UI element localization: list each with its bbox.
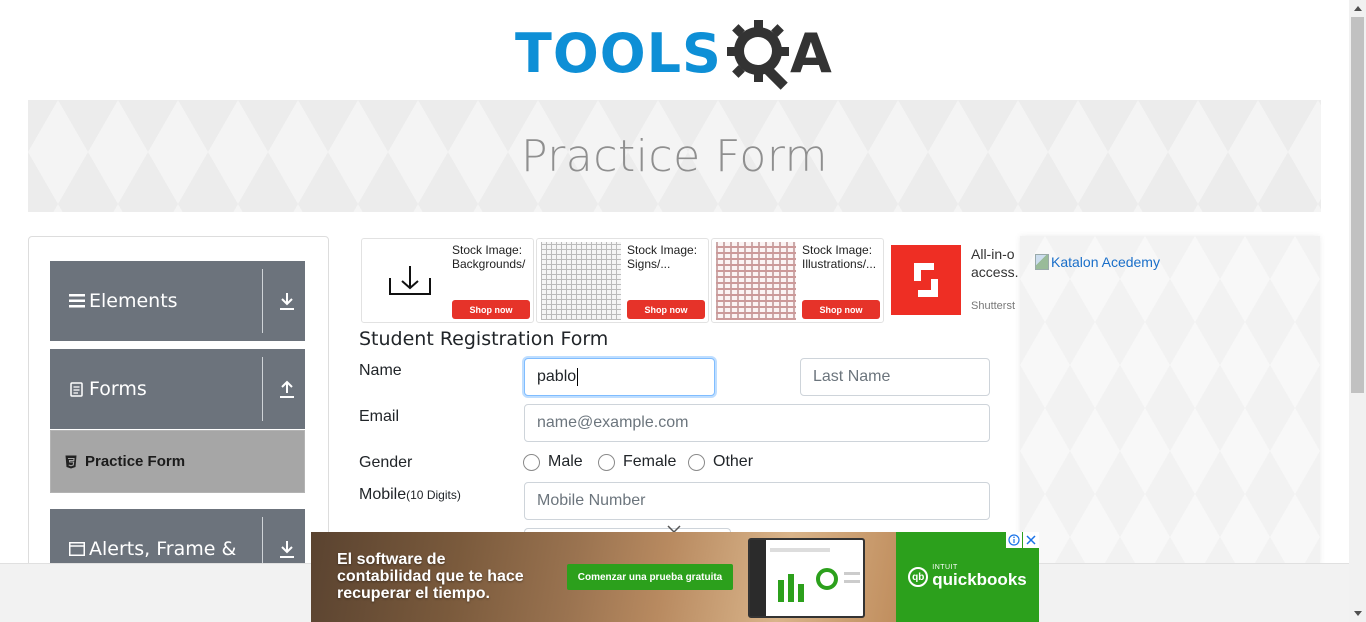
gender-radio-male[interactable]: Male <box>523 453 583 471</box>
sidebar-group-elements[interactable]: Elements <box>50 261 305 341</box>
chevron-down-icon <box>667 521 681 534</box>
email-input[interactable]: name@example.com <box>524 404 990 442</box>
katalon-alt-text: Katalon Acedemy <box>1051 254 1160 270</box>
gender-radio-other[interactable]: Other <box>688 453 753 471</box>
ad-card-text: Stock Image: Illustrations/... <box>802 243 882 271</box>
shutter-line-1: All-in-o <box>971 246 1015 262</box>
adchoices-icon[interactable] <box>1006 532 1022 548</box>
right-sidebar-ad[interactable]: Katalon Acedemy <box>1020 236 1320 566</box>
radio-circle[interactable] <box>598 453 615 471</box>
ad-line-1: Stock Image: <box>802 243 873 257</box>
first-name-input[interactable]: pablo <box>524 358 715 396</box>
shop-now-button[interactable]: Shop now <box>627 300 705 319</box>
first-name-value: pablo <box>537 368 577 385</box>
sidebar-group-forms[interactable]: Forms <box>50 349 305 429</box>
ad-card-illustrations[interactable]: Stock Image: Illustrations/... Shop now <box>711 238 884 323</box>
hamburger-icon <box>68 294 85 308</box>
gender-radio-female[interactable]: Female <box>598 453 676 471</box>
name-label: Name <box>359 362 402 379</box>
qb-logo-icon: qb <box>908 567 929 587</box>
last-name-placeholder: Last Name <box>813 368 891 385</box>
mobile-label: Mobile(10 Digits) <box>359 486 461 504</box>
email-placeholder: name@example.com <box>537 414 689 431</box>
mobile-input[interactable]: Mobile Number <box>524 482 990 520</box>
shutterstock-brand: Shutterst <box>971 300 1016 312</box>
mobile-label-text: Mobile <box>359 486 407 503</box>
download-icon <box>366 242 446 320</box>
shutterstock-ad-text[interactable]: All-in-o access. <box>971 245 1021 281</box>
radio-circle[interactable] <box>688 453 705 471</box>
ad-card-text: Stock Image: Backgrounds/ <box>452 243 532 271</box>
broken-image-icon <box>1035 254 1049 270</box>
sidebar-group-label: Alerts, Frame & <box>89 538 237 560</box>
radio-circle[interactable] <box>523 453 540 471</box>
sidebar-item-practice-form[interactable]: Practice Form <box>50 430 305 493</box>
window-icon <box>68 542 85 556</box>
mobile-placeholder: Mobile Number <box>537 492 646 509</box>
shop-now-button[interactable]: Shop now <box>452 300 530 319</box>
ad-line-2: Backgrounds/ <box>452 257 526 271</box>
ad-card-signs[interactable]: Stock Image: Signs/... Shop now <box>536 238 709 323</box>
scroll-down-arrow-icon[interactable] <box>1349 605 1366 622</box>
illustrations-thumbnail <box>716 242 796 320</box>
download-arrow-icon[interactable] <box>278 539 296 561</box>
sidebar-group-label: Elements <box>89 290 178 312</box>
gear-magnifier-icon: A <box>724 16 832 92</box>
shop-now-button[interactable]: Shop now <box>802 300 880 319</box>
quickbooks-ad-image: El software de contabilidad que te hace … <box>311 532 896 622</box>
quickbooks-logo: qb INTUIT quickbooks <box>908 564 1027 590</box>
divider <box>262 357 263 421</box>
logo-text-a: A <box>789 22 832 85</box>
ad-card-text: Stock Image: Signs/... <box>627 243 707 271</box>
ad-card-backgrounds[interactable]: Stock Image: Backgrounds/ Shop now <box>361 238 534 323</box>
radio-label[interactable]: Other <box>713 453 753 471</box>
gender-label: Gender <box>359 454 413 471</box>
sidebar-item-label: Practice Form <box>85 453 186 470</box>
radio-label[interactable]: Male <box>548 453 583 471</box>
katalon-ad-image[interactable]: Katalon Acedemy <box>1035 254 1160 270</box>
page-title: Practice Form <box>520 130 829 182</box>
shutterstock-logo-icon[interactable] <box>891 245 961 315</box>
download-arrow-icon[interactable] <box>278 291 296 313</box>
email-label: Email <box>359 408 400 425</box>
form-title: Student Registration Form <box>359 328 609 350</box>
toolsqa-logo[interactable]: TOOLS A <box>515 16 837 92</box>
quickbooks-label: quickbooks <box>932 570 1027 589</box>
ad-line-1: Stock Image: <box>627 243 698 257</box>
close-icon[interactable] <box>1023 532 1039 548</box>
qb-line-2: contabilidad que te hace <box>337 568 524 585</box>
page-banner: Practice Form <box>28 100 1321 212</box>
signs-thumbnail <box>541 242 621 320</box>
text-caret <box>577 368 579 386</box>
upload-arrow-icon[interactable] <box>278 379 296 401</box>
vertical-scrollbar[interactable] <box>1349 0 1366 622</box>
shutter-line-2: access. <box>971 264 1019 280</box>
dashboard-screenshot <box>748 538 865 618</box>
qb-line-3: recuperar el tiempo. <box>337 585 490 602</box>
scrollbar-thumb[interactable] <box>1351 17 1364 393</box>
quickbooks-ad[interactable]: El software de contabilidad que te hace … <box>311 532 1039 622</box>
qb-line-1: El software de <box>337 551 446 568</box>
last-name-input[interactable]: Last Name <box>800 358 990 396</box>
divider <box>262 269 263 333</box>
mobile-hint: (10 Digits) <box>406 488 461 502</box>
start-trial-button[interactable]: Comenzar una prueba gratuita <box>567 564 733 590</box>
document-icon <box>68 381 85 397</box>
ad-line-1: Stock Image: <box>452 243 523 257</box>
scroll-up-arrow-icon[interactable] <box>1349 0 1366 17</box>
ad-line-2: Illustrations/... <box>802 257 877 271</box>
ad-line-2: Signs/... <box>627 257 671 271</box>
sidebar-group-label: Forms <box>89 378 147 400</box>
html5-shield-icon <box>65 455 77 469</box>
quickbooks-ad-headline: El software de contabilidad que te hace … <box>337 551 557 602</box>
radio-label[interactable]: Female <box>623 453 676 471</box>
logo-text-tools: TOOLS <box>515 22 722 85</box>
